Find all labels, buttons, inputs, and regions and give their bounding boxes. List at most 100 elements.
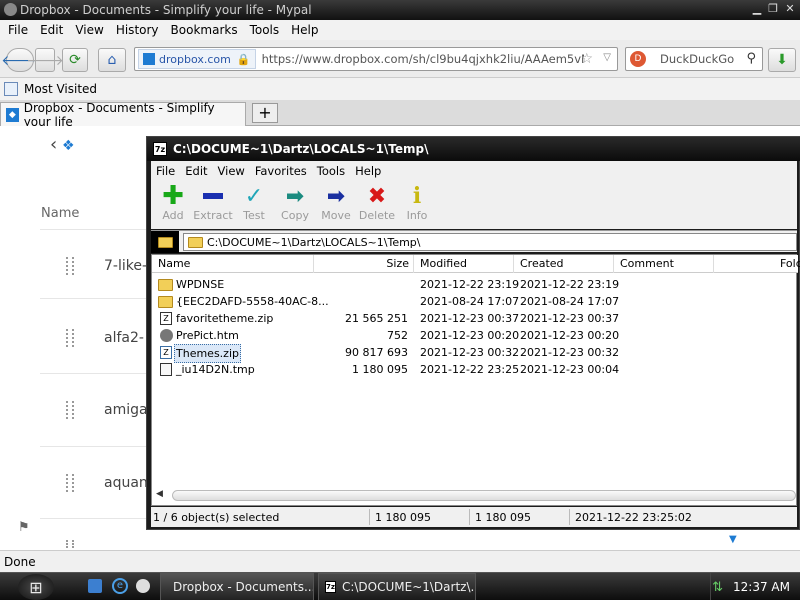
- feedback-flag-icon[interactable]: ⚑: [18, 520, 30, 535]
- start-button[interactable]: ⊞: [18, 574, 54, 600]
- url-text[interactable]: https://www.dropbox.com/sh/cl9bu4qjxhk2l…: [262, 52, 584, 66]
- dropbox-favicon-icon: [143, 53, 155, 65]
- search-input[interactable]: DuckDuckGo: [660, 52, 734, 66]
- menu-file[interactable]: File: [8, 23, 28, 37]
- delete-button[interactable]: ✖ Delete: [355, 183, 399, 223]
- file-modified: 2021-12-22 23:25: [420, 363, 520, 376]
- 7zip-window: 7z C:\DOCUME~1\Dartz\LOCALS~1\Temp\ File…: [146, 136, 800, 530]
- menu-favorites[interactable]: Favorites: [255, 164, 307, 178]
- divider: [40, 229, 160, 230]
- table-row[interactable]: {EEC2DAFD-5558-40AC-8... 2021-08-24 17:0…: [152, 293, 798, 310]
- menu-help[interactable]: Help: [355, 164, 381, 178]
- new-tab-button[interactable]: +: [252, 103, 278, 123]
- copy-button[interactable]: ➡ Copy: [273, 183, 317, 223]
- dropbox-logo-icon[interactable]: ❖: [62, 139, 80, 153]
- reload-button[interactable]: ⟳: [62, 48, 88, 72]
- test-icon: ✓: [244, 183, 264, 209]
- taskbar: ⊞ e Dropbox - Documents... 7z C:\DOCUME~…: [0, 572, 800, 600]
- 7zip-title-bar[interactable]: 7z C:\DOCUME~1\Dartz\LOCALS~1\Temp\: [147, 137, 800, 161]
- divider: [40, 518, 160, 519]
- menu-edit[interactable]: Edit: [40, 23, 63, 37]
- most-visited-icon: [4, 82, 18, 96]
- taskbar-item-browser[interactable]: Dropbox - Documents...: [160, 573, 314, 600]
- forward-button[interactable]: 🡒: [26, 48, 64, 72]
- move-button[interactable]: ➡ Move: [314, 183, 358, 223]
- list-item[interactable]: amiga: [104, 402, 148, 418]
- search-bar[interactable]: D DuckDuckGo ⚲: [625, 47, 763, 71]
- downloads-button[interactable]: ⬇: [768, 48, 796, 72]
- network-icon[interactable]: ⇅: [712, 580, 723, 595]
- home-button[interactable]: ⌂: [98, 48, 126, 72]
- table-row[interactable]: Z favoritetheme.zip 21 565 251 2021-12-2…: [152, 310, 798, 327]
- url-bar[interactable]: dropbox.com 🔒 https://www.dropbox.com/sh…: [134, 47, 618, 71]
- up-folder-icon: [157, 236, 173, 248]
- horizontal-scrollbar[interactable]: ◀: [154, 487, 796, 503]
- menu-file[interactable]: File: [156, 164, 175, 178]
- menu-view[interactable]: View: [75, 23, 103, 37]
- file-icon: [66, 329, 74, 347]
- bookmarks-toolbar: Most Visited: [0, 78, 800, 100]
- menu-help[interactable]: Help: [291, 23, 318, 37]
- show-desktop-icon[interactable]: [88, 579, 102, 593]
- name-column-header[interactable]: Name: [41, 206, 79, 221]
- maximize-icon[interactable]: ❐: [766, 3, 780, 15]
- menu-view[interactable]: View: [218, 164, 245, 178]
- scroll-down-icon[interactable]: ▼: [729, 534, 737, 545]
- info-icon: i: [412, 183, 422, 209]
- bookmark-star-icon[interactable]: ☆: [580, 51, 593, 67]
- search-icon[interactable]: ⚲: [746, 51, 756, 66]
- menu-history[interactable]: History: [116, 23, 159, 37]
- extract-button[interactable]: Extract: [191, 183, 235, 222]
- column-comment[interactable]: Comment: [614, 255, 714, 273]
- back-chevron-icon[interactable]: ‹: [50, 134, 57, 155]
- column-created[interactable]: Created: [514, 255, 614, 273]
- internet-explorer-icon[interactable]: e: [112, 578, 128, 594]
- scroll-left-icon[interactable]: ◀: [156, 489, 163, 499]
- path-text: C:\DOCUME~1\Dartz\LOCALS~1\Temp\: [207, 235, 421, 249]
- site-identity-label: dropbox.com: [159, 52, 231, 66]
- add-label: Add: [162, 209, 184, 222]
- table-row-selected[interactable]: Z Themes.zip 90 817 693 2021-12-23 00:32…: [152, 344, 798, 363]
- clock[interactable]: 12:37 AM: [733, 580, 790, 594]
- table-row[interactable]: WPDNSE 2021-12-22 23:19 2021-12-22 23:19: [152, 276, 798, 293]
- list-item[interactable]: aquan: [104, 475, 148, 491]
- test-button[interactable]: ✓ Test: [232, 183, 276, 223]
- folder-icon: [158, 296, 173, 308]
- url-dropdown-icon[interactable]: ▽: [603, 52, 611, 63]
- taskbar-item-7zip[interactable]: 7z C:\DOCUME~1\Dartz\...: [318, 573, 476, 600]
- up-folder-button[interactable]: [151, 231, 179, 253]
- bookmark-most-visited[interactable]: Most Visited: [24, 82, 97, 96]
- 7zip-logo-icon: 7z: [153, 142, 167, 156]
- move-label: Move: [321, 209, 351, 222]
- site-identity[interactable]: dropbox.com 🔒: [138, 49, 256, 69]
- column-folder[interactable]: Folder: [714, 255, 800, 273]
- column-name[interactable]: Name: [152, 255, 314, 273]
- 7zip-toolbar: ✚ Add Extract ✓ Test ➡ Copy ➡ Move ✖ Del…: [151, 181, 797, 229]
- mypal-logo-icon: [4, 3, 17, 16]
- folder-icon: [188, 236, 203, 248]
- table-row[interactable]: PrePict.htm 752 2021-12-23 00:20 2021-12…: [152, 327, 798, 344]
- divider: [469, 509, 470, 525]
- file-modified: 2021-12-23 00:20: [420, 329, 520, 342]
- menu-tools[interactable]: Tools: [250, 23, 280, 37]
- copy-label: Copy: [281, 209, 309, 222]
- menu-tools[interactable]: Tools: [317, 164, 345, 178]
- minimize-icon[interactable]: ▁: [750, 3, 764, 15]
- menu-edit[interactable]: Edit: [185, 164, 207, 178]
- menu-bookmarks[interactable]: Bookmarks: [171, 23, 238, 37]
- column-size[interactable]: Size: [314, 255, 414, 273]
- scrollbar-thumb[interactable]: [172, 490, 796, 501]
- info-button[interactable]: i Info: [395, 183, 439, 222]
- close-icon[interactable]: ✕: [783, 3, 797, 15]
- list-item[interactable]: 7-like-: [104, 258, 147, 274]
- column-modified[interactable]: Modified: [414, 255, 514, 273]
- table-row[interactable]: _iu14D2N.tmp 1 180 095 2021-12-22 23:25 …: [152, 361, 798, 378]
- tab-dropbox[interactable]: ◆ Dropbox - Documents - Simplify your li…: [0, 101, 246, 129]
- media-player-icon[interactable]: [136, 579, 150, 593]
- add-button[interactable]: ✚ Add: [151, 181, 195, 222]
- path-field[interactable]: C:\DOCUME~1\Dartz\LOCALS~1\Temp\: [183, 233, 797, 251]
- extract-label: Extract: [193, 209, 233, 222]
- reload-icon: ⟳: [69, 52, 81, 68]
- list-item[interactable]: alfa2-: [104, 330, 144, 346]
- duckduckgo-icon[interactable]: D: [630, 51, 646, 67]
